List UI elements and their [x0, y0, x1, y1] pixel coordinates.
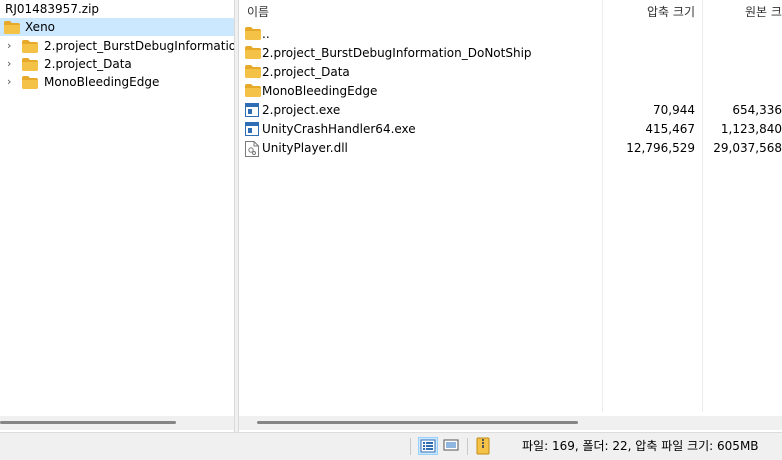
compressed-size: 70,944 [653, 103, 695, 117]
folder-icon [245, 84, 261, 97]
folder-icon [22, 58, 38, 71]
list-item[interactable]: 2.project_BurstDebugInformation_DoNotShi… [239, 44, 782, 63]
file-name: UnityPlayer.dll [262, 141, 348, 155]
thumbnail-view-icon [443, 439, 459, 451]
folder-icon [22, 40, 38, 53]
original-size: 1,123,840 [720, 122, 782, 136]
chevron-right-icon[interactable]: › [7, 73, 17, 91]
dll-icon [245, 141, 259, 157]
compressed-size: 12,796,529 [626, 141, 695, 155]
list-item[interactable]: MonoBleedingEdge [239, 82, 782, 101]
folder-icon [4, 21, 20, 34]
column-header-name[interactable]: 이름 [247, 0, 269, 24]
tree-node-xeno[interactable]: Xeno [0, 18, 234, 36]
thumbnail-view-button[interactable] [442, 437, 462, 455]
folder-icon [245, 65, 261, 78]
tree-horizontal-scrollbar[interactable] [0, 416, 234, 430]
status-divider [410, 438, 411, 455]
archive-summary-text: 파일: 169, 폴더: 22, 압축 파일 크기: 605MB [522, 439, 759, 453]
folder-icon [245, 27, 261, 40]
chevron-right-icon[interactable]: › [7, 37, 17, 55]
archive-info-button[interactable] [474, 437, 494, 455]
status-bar: 파일: 169, 폴더: 22, 압축 파일 크기: 605MB [0, 432, 782, 460]
list-item[interactable]: UnityPlayer.dll 12,796,529 29,037,568 [239, 139, 782, 158]
sort-ascending-icon: ⌃ [414, 0, 423, 7]
scrollbar-thumb[interactable] [257, 421, 578, 424]
list-item[interactable]: .. [239, 25, 782, 44]
exe-icon [245, 122, 259, 136]
archive-icon [476, 437, 490, 455]
column-header-original-size[interactable]: 원본 크기 [745, 0, 782, 24]
file-name: 2.project_BurstDebugInformation_DoNotShi… [262, 46, 532, 60]
folder-tree-pane[interactable]: RJ01483957.zip Xeno › 2.project_BurstDeb… [0, 0, 234, 432]
status-divider [467, 438, 468, 455]
file-list-pane[interactable]: ⌃ 이름 압축 크기 원본 크기 .. 2.project_BurstDebug… [239, 0, 782, 432]
tree-node-label: Xeno [25, 20, 56, 34]
list-horizontal-scrollbar[interactable] [239, 416, 782, 430]
column-header-compressed-size[interactable]: 압축 크기 [603, 0, 695, 24]
list-item[interactable]: UnityCrashHandler64.exe 415,467 1,123,84… [239, 120, 782, 139]
file-name: MonoBleedingEdge [262, 84, 378, 98]
folder-icon [245, 46, 261, 59]
compressed-size: 415,467 [645, 122, 695, 136]
chevron-right-icon[interactable]: › [7, 55, 17, 73]
scrollbar-thumb[interactable] [0, 421, 176, 424]
archive-root-label[interactable]: RJ01483957.zip [5, 1, 99, 17]
original-size: 29,037,568 [713, 141, 782, 155]
folder-icon [22, 76, 38, 89]
tree-node-label: MonoBleedingEdge [44, 75, 160, 89]
exe-icon [245, 103, 259, 117]
list-item[interactable]: 2.project.exe 70,944 654,336 [239, 101, 782, 120]
list-item[interactable]: 2.project_Data [239, 63, 782, 82]
tree-node-mono[interactable]: › MonoBleedingEdge [0, 73, 234, 91]
file-name: UnityCrashHandler64.exe [262, 122, 416, 136]
file-name: 2.project_Data [262, 65, 350, 79]
tree-node-label: 2.project_Data [44, 57, 132, 71]
tree-node-project-data[interactable]: › 2.project_Data [0, 55, 234, 73]
file-name: 2.project.exe [262, 103, 341, 117]
original-size: 654,336 [732, 103, 782, 117]
details-view-button[interactable] [418, 437, 438, 455]
tree-node-burst-debug[interactable]: › 2.project_BurstDebugInformation_DoNotS… [0, 37, 234, 55]
tree-node-label: 2.project_BurstDebugInformation_DoNotShi… [44, 39, 234, 53]
file-name: .. [262, 27, 270, 41]
details-view-icon [420, 439, 436, 453]
